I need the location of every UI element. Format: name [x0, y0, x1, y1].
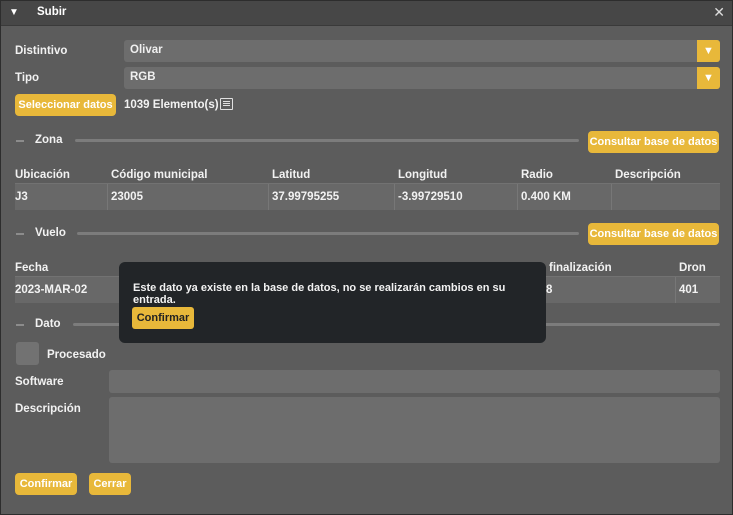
title-bar: ▼ Subir ✕	[1, 1, 732, 26]
tipo-label: Tipo	[15, 72, 40, 84]
column-header: Longitud	[398, 169, 448, 181]
zona-section-title: Zona	[35, 134, 63, 146]
table-cell: 401	[679, 284, 699, 296]
section-dash	[16, 324, 24, 326]
select-data-button[interactable]: Seleccionar datos	[15, 94, 116, 116]
section-dash	[16, 140, 24, 142]
column-header: Latitud	[272, 169, 311, 181]
close-button[interactable]: Cerrar	[89, 473, 131, 495]
list-icon[interactable]	[220, 98, 233, 110]
column-header: Código municipal	[111, 169, 208, 181]
modal-message: Este dato ya existe en la base de datos,…	[133, 282, 506, 306]
table-cell: 8	[546, 284, 553, 296]
column-divider	[268, 184, 269, 210]
section-divider	[75, 139, 579, 142]
column-header: finalización	[549, 262, 612, 274]
column-header: Descripción	[615, 169, 681, 181]
triangle-down-icon[interactable]: ▼	[9, 7, 19, 18]
modal-confirm-button[interactable]: Confirmar	[132, 307, 194, 329]
dato-section-title: Dato	[35, 318, 61, 330]
table-cell: 37.99795255	[272, 191, 340, 203]
table-cell: 2023-MAR-02	[15, 284, 88, 296]
upload-dialog: ▼ Subir ✕ Distintivo Olivar ▼ Tipo RGB ▼…	[0, 0, 733, 515]
descripcion-label: Descripción	[15, 403, 81, 415]
column-divider	[675, 277, 676, 303]
table-cell: 23005	[111, 191, 143, 203]
column-header: Ubicación	[15, 169, 70, 181]
column-divider	[517, 184, 518, 210]
column-header: Dron	[679, 262, 706, 274]
chevron-down-icon[interactable]: ▼	[697, 40, 720, 62]
software-label: Software	[15, 376, 64, 388]
distintivo-label: Distintivo	[15, 45, 68, 57]
distintivo-value: Olivar	[130, 44, 163, 56]
elements-count: 1039 Elemento(s)	[124, 99, 219, 111]
window-title: Subir	[37, 6, 67, 18]
table-cell: J3	[15, 191, 28, 203]
procesado-checkbox[interactable]	[16, 342, 39, 365]
table-cell: -3.99729510	[398, 191, 463, 203]
column-divider	[107, 184, 108, 210]
tipo-combo[interactable]: RGB ▼	[124, 67, 720, 89]
vuelo-query-button[interactable]: Consultar base de datos	[588, 223, 719, 245]
descripcion-textarea[interactable]	[109, 397, 720, 463]
column-header: Fecha	[15, 262, 49, 274]
tipo-value: RGB	[130, 71, 156, 83]
distintivo-combo[interactable]: Olivar ▼	[124, 40, 720, 62]
software-input[interactable]	[109, 370, 720, 393]
section-dash	[16, 233, 24, 235]
table-cell: 0.400 KM	[521, 191, 571, 203]
column-header: Radio	[521, 169, 553, 181]
duplicate-data-modal: Este dato ya existe en la base de datos,…	[119, 262, 546, 343]
zona-query-button[interactable]: Consultar base de datos	[588, 131, 719, 153]
chevron-down-icon[interactable]: ▼	[697, 67, 720, 89]
confirm-button[interactable]: Confirmar	[15, 473, 77, 495]
procesado-label: Procesado	[47, 349, 106, 361]
section-divider	[77, 232, 579, 235]
close-icon[interactable]: ✕	[713, 4, 725, 21]
column-divider	[394, 184, 395, 210]
vuelo-section-title: Vuelo	[35, 227, 66, 239]
column-divider	[611, 184, 612, 210]
